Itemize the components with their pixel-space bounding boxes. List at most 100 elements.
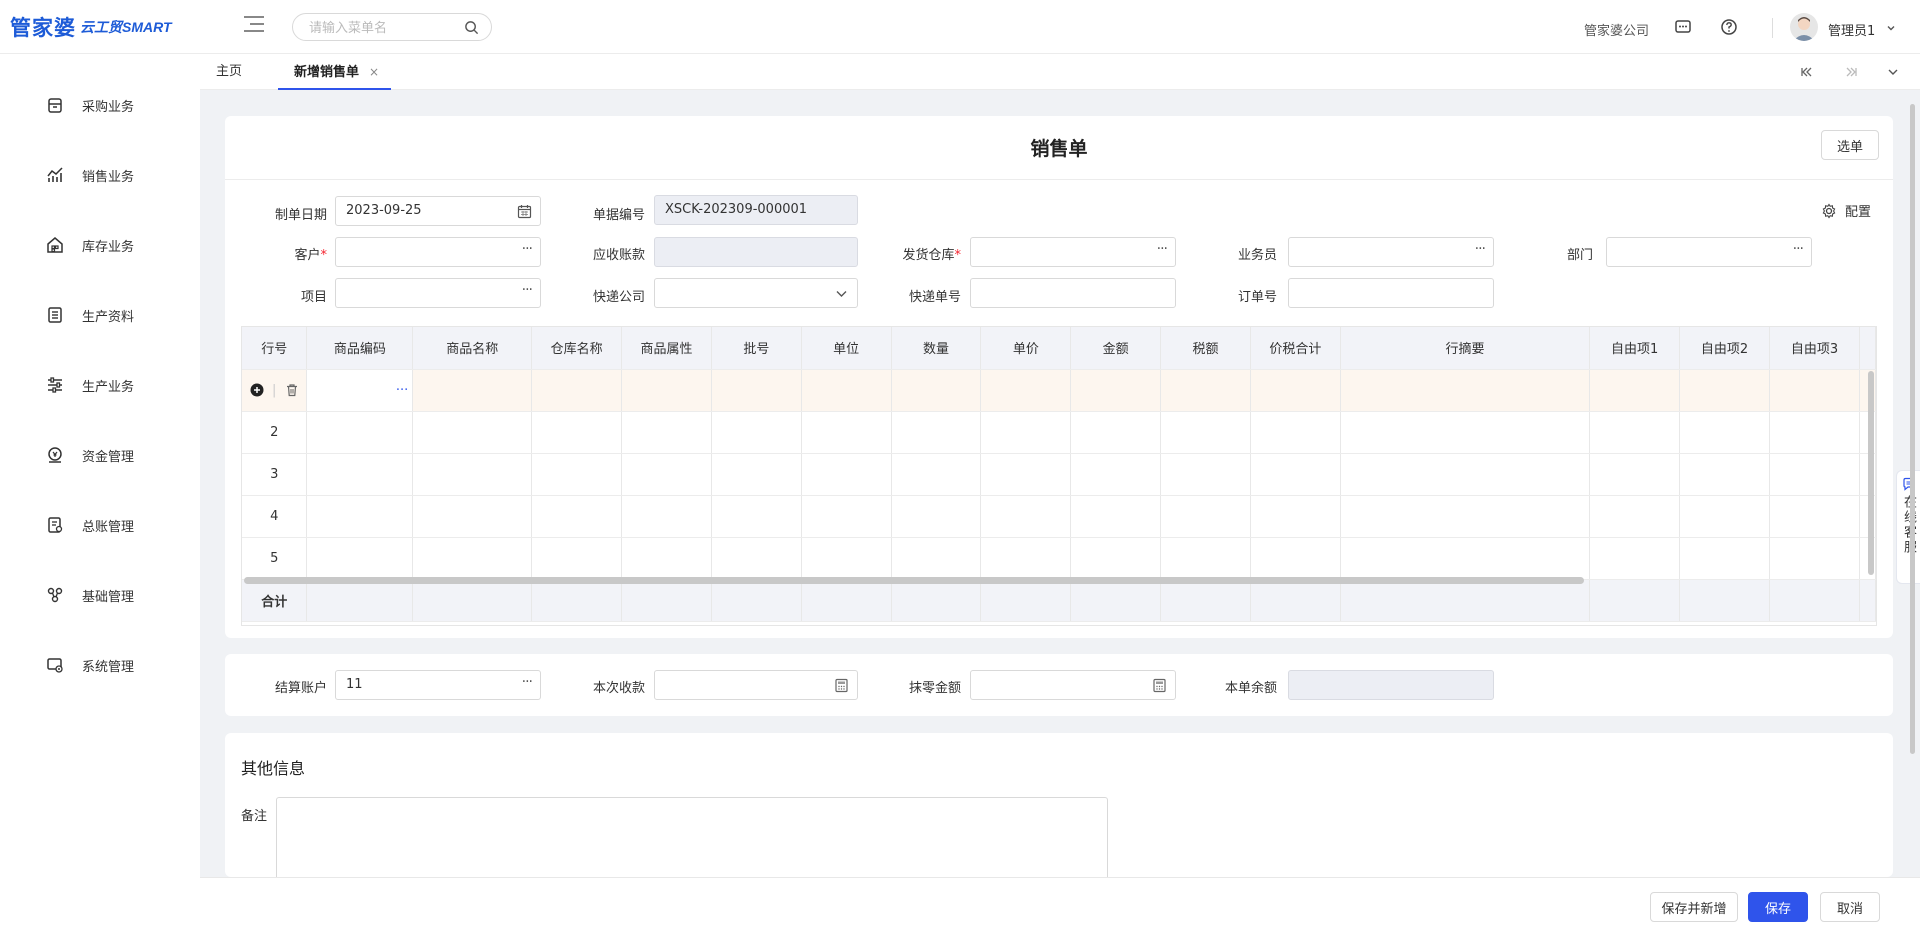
more-icon[interactable]: ··· bbox=[1157, 241, 1168, 257]
more-icon[interactable]: ··· bbox=[396, 383, 408, 398]
table-cell[interactable] bbox=[1160, 369, 1251, 412]
tab-new-sales-order[interactable]: 新增销售单 × bbox=[278, 54, 392, 90]
table-cell[interactable] bbox=[1160, 495, 1251, 538]
tab-scroll-right-icon[interactable] bbox=[1844, 65, 1858, 79]
table-cell[interactable] bbox=[1070, 369, 1162, 412]
table-cell[interactable] bbox=[980, 411, 1072, 454]
table-cell[interactable] bbox=[891, 495, 982, 538]
table-cell[interactable] bbox=[1250, 495, 1341, 538]
table-cell[interactable] bbox=[412, 537, 533, 580]
table-cell[interactable] bbox=[1589, 369, 1681, 412]
table-cell[interactable] bbox=[621, 453, 712, 496]
help-icon[interactable] bbox=[1720, 18, 1738, 36]
message-icon[interactable] bbox=[1674, 18, 1692, 36]
table-cell[interactable] bbox=[621, 411, 712, 454]
table-cell[interactable] bbox=[711, 537, 802, 580]
sidebar-item-funds[interactable]: 资金管理 bbox=[0, 435, 200, 475]
table-row[interactable]: 4 bbox=[242, 495, 1876, 538]
calculator-icon[interactable] bbox=[1152, 678, 1167, 693]
table-cell[interactable] bbox=[1679, 411, 1771, 454]
user-name[interactable]: 管理员1 bbox=[1828, 20, 1875, 39]
table-cell[interactable] bbox=[891, 411, 982, 454]
table-cell[interactable] bbox=[1160, 411, 1251, 454]
table-cell[interactable] bbox=[1070, 537, 1162, 580]
table-cell[interactable] bbox=[1250, 369, 1341, 412]
table-cell[interactable] bbox=[980, 495, 1072, 538]
table-cell[interactable] bbox=[801, 369, 892, 412]
table-cell[interactable] bbox=[980, 537, 1072, 580]
table-cell[interactable] bbox=[412, 495, 533, 538]
menu-toggle-icon[interactable] bbox=[244, 16, 264, 34]
table-cell[interactable] bbox=[1340, 369, 1591, 412]
delete-icon[interactable] bbox=[285, 383, 299, 397]
project-field[interactable]: ··· bbox=[335, 278, 541, 308]
table-cell[interactable] bbox=[1769, 411, 1860, 454]
table-cell[interactable] bbox=[801, 453, 892, 496]
app-logo[interactable]: 管家婆 云工贸SMART bbox=[10, 13, 172, 41]
table-cell[interactable] bbox=[1340, 537, 1591, 580]
tab-scroll-left-icon[interactable] bbox=[1800, 65, 1814, 79]
table-cell[interactable] bbox=[1769, 537, 1860, 580]
table-cell[interactable] bbox=[891, 369, 982, 412]
table-row[interactable]: 5 bbox=[242, 537, 1876, 580]
table-vertical-scrollbar[interactable] bbox=[1868, 371, 1874, 575]
account-field[interactable]: 11 ··· bbox=[335, 670, 541, 700]
table-cell[interactable] bbox=[306, 411, 414, 454]
table-cell[interactable] bbox=[1340, 411, 1591, 454]
table-cell[interactable] bbox=[891, 537, 982, 580]
more-icon[interactable]: ··· bbox=[522, 282, 533, 298]
tab-menu-chevron-icon[interactable] bbox=[1886, 65, 1900, 79]
table-cell[interactable] bbox=[891, 453, 982, 496]
table-cell[interactable] bbox=[1589, 495, 1681, 538]
warehouse-field[interactable]: ··· bbox=[970, 237, 1176, 267]
cancel-button[interactable]: 取消 bbox=[1820, 892, 1880, 922]
table-row[interactable]: 2 bbox=[242, 411, 1876, 454]
company-name[interactable]: 管家婆公司 bbox=[1584, 20, 1649, 39]
sidebar-item-system[interactable]: 系统管理 bbox=[0, 645, 200, 685]
sidebar-item-ledger[interactable]: 总账管理 bbox=[0, 505, 200, 545]
search-icon[interactable] bbox=[464, 20, 479, 35]
order-no-field[interactable] bbox=[1288, 278, 1494, 308]
table-cell[interactable] bbox=[531, 537, 623, 580]
salesman-field[interactable]: ··· bbox=[1288, 237, 1494, 267]
table-cell[interactable] bbox=[621, 537, 712, 580]
table-cell[interactable] bbox=[1160, 453, 1251, 496]
department-field[interactable]: ··· bbox=[1606, 237, 1812, 267]
tab-home[interactable]: 主页 bbox=[216, 54, 242, 90]
calendar-icon[interactable] bbox=[517, 204, 532, 219]
more-icon[interactable]: ··· bbox=[1793, 241, 1804, 257]
courier-select[interactable] bbox=[654, 278, 858, 308]
discount-field[interactable] bbox=[970, 670, 1176, 700]
table-cell[interactable] bbox=[801, 537, 892, 580]
customer-field[interactable]: ··· bbox=[335, 237, 541, 267]
avatar[interactable] bbox=[1790, 13, 1818, 41]
table-cell[interactable] bbox=[711, 369, 802, 412]
menu-search[interactable] bbox=[292, 13, 492, 41]
add-row-icon[interactable] bbox=[250, 383, 264, 397]
chevron-down-icon[interactable] bbox=[834, 286, 849, 301]
table-cell[interactable] bbox=[1769, 495, 1860, 538]
save-and-new-button[interactable]: 保存并新增 bbox=[1650, 892, 1738, 922]
table-cell[interactable] bbox=[1250, 411, 1341, 454]
chevron-down-icon[interactable] bbox=[1886, 23, 1896, 33]
table-cell[interactable] bbox=[980, 453, 1072, 496]
calculator-icon[interactable] bbox=[834, 678, 849, 693]
table-cell[interactable] bbox=[711, 411, 802, 454]
table-cell[interactable] bbox=[306, 537, 414, 580]
table-cell[interactable] bbox=[1340, 453, 1591, 496]
table-cell[interactable] bbox=[1589, 537, 1681, 580]
table-cell[interactable] bbox=[621, 369, 712, 412]
product-code-cell[interactable]: ··· bbox=[306, 369, 414, 412]
table-cell[interactable] bbox=[980, 369, 1072, 412]
tab-close-icon[interactable]: × bbox=[369, 65, 379, 79]
doc-no-field[interactable]: XSCK-202309-000001 bbox=[654, 195, 858, 225]
table-cell[interactable] bbox=[306, 495, 414, 538]
sidebar-item-production[interactable]: 生产业务 bbox=[0, 365, 200, 405]
table-cell[interactable] bbox=[1160, 537, 1251, 580]
date-field[interactable]: 2023-09-25 bbox=[335, 196, 541, 226]
table-row[interactable]: 3 bbox=[242, 453, 1876, 496]
select-order-button[interactable]: 选单 bbox=[1821, 130, 1879, 160]
sidebar-item-inventory[interactable]: 库存业务 bbox=[0, 225, 200, 265]
table-cell[interactable] bbox=[1250, 453, 1341, 496]
more-icon[interactable]: ··· bbox=[522, 241, 533, 257]
